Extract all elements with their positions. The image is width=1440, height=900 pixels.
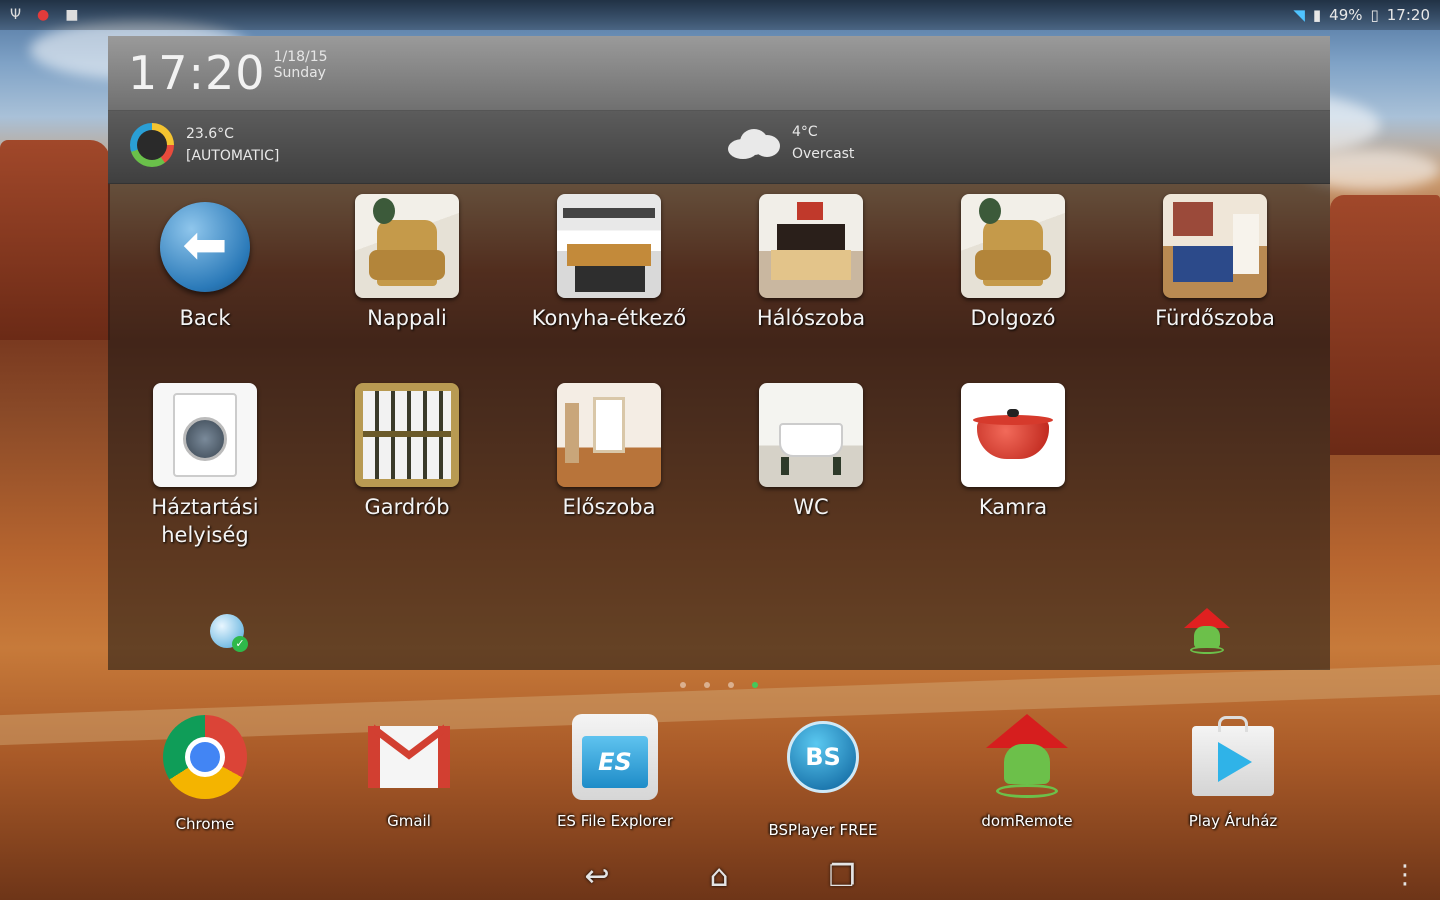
room-tile-wc[interactable]: WC — [731, 383, 891, 521]
dock-app-gmail[interactable]: Gmail — [334, 712, 484, 830]
info-bar: 23.6°C [AUTOMATIC] 4°C Overcast — [108, 111, 1330, 183]
room-tile-furdoszoba[interactable]: Fürdőszoba — [1135, 194, 1295, 332]
status-time: 17:20 — [1386, 6, 1430, 24]
pot-icon — [961, 383, 1065, 487]
dock-label: ES File Explorer — [556, 812, 674, 830]
thermostat[interactable]: 23.6°C [AUTOMATIC] — [130, 123, 279, 167]
dock-label: Play Áruház — [1188, 812, 1278, 830]
toilet-icon — [759, 383, 863, 487]
room-tile-eloszoba[interactable]: Előszoba — [529, 383, 689, 521]
page-dot[interactable] — [704, 682, 710, 688]
notification-icon: ● — [37, 7, 50, 23]
thermostat-mode: [AUTOMATIC] — [186, 148, 280, 164]
dock-app-domremote[interactable]: domRemote — [952, 712, 1102, 830]
room-label: Háztartási helyiség — [151, 495, 259, 547]
date: 1/18/15 — [273, 49, 328, 65]
gmail-icon — [364, 712, 454, 802]
dock-label: domRemote — [981, 812, 1073, 830]
clock-bar: 17:20 1/18/15 Sunday — [108, 36, 1330, 111]
room-label: Fürdőszoba — [1155, 306, 1275, 330]
signal-icon: ▮ — [1312, 6, 1322, 24]
hallway-icon — [557, 383, 661, 487]
back-button[interactable]: ⬅ Back — [125, 202, 285, 332]
day: Sunday — [273, 65, 326, 81]
dock-app-play-store[interactable]: Play Áruház — [1158, 712, 1308, 830]
dock-label: Gmail — [387, 812, 431, 830]
battery-icon: ▯ — [1370, 6, 1379, 24]
recents-icon[interactable]: ❐ — [829, 859, 856, 894]
page-indicator — [680, 682, 758, 688]
connection-status-icon[interactable]: ✓ — [210, 614, 250, 654]
room-label: Előszoba — [562, 495, 656, 519]
room-tile-haztartasi[interactable]: Háztartási helyiség — [125, 383, 285, 549]
page-dot-active[interactable] — [752, 682, 758, 688]
thermostat-icon — [130, 123, 174, 167]
room-label: Kamra — [978, 495, 1048, 519]
clock: 17:20 — [128, 46, 266, 100]
page-dot[interactable] — [680, 682, 686, 688]
dock-app-es-file-explorer[interactable]: ES ES File Explorer — [540, 712, 690, 830]
bathroom-icon — [1163, 194, 1267, 298]
room-label: Dolgozó — [970, 306, 1056, 330]
bedroom-icon — [759, 194, 863, 298]
room-label: Back — [179, 306, 231, 330]
back-icon[interactable]: ↩ — [584, 859, 609, 894]
weather[interactable]: 4°C Overcast — [728, 121, 854, 165]
domremote-home-icon[interactable] — [1182, 606, 1232, 656]
wifi-icon: ◥ — [1293, 6, 1305, 24]
armchair-icon — [961, 194, 1065, 298]
room-tile-nappali[interactable]: Nappali — [327, 194, 487, 332]
room-label: Hálószoba — [756, 306, 866, 330]
weather-temperature: 4°C — [792, 124, 818, 140]
dock-app-bsplayer[interactable]: BS BSPlayer FREE — [748, 712, 898, 839]
dock-label: BSPlayer FREE — [768, 821, 878, 839]
dock-label: Chrome — [175, 815, 235, 833]
overflow-menu-icon[interactable]: ⋮ — [1392, 860, 1418, 890]
status-bar: Ψ ● ■ ◥ ▮ 49% ▯ 17:20 — [0, 0, 1440, 30]
usb-icon: Ψ — [10, 7, 22, 23]
room-tile-konyha[interactable]: Konyha-étkező — [529, 194, 689, 332]
room-tile-kamra[interactable]: Kamra — [933, 383, 1093, 521]
room-label: Nappali — [367, 306, 447, 330]
es-file-explorer-icon: ES — [570, 712, 660, 802]
weather-condition: Overcast — [792, 146, 855, 162]
home-icon[interactable]: ⌂ — [710, 859, 729, 894]
thermostat-temperature: 23.6°C — [186, 126, 234, 142]
room-tile-haloszoba[interactable]: Hálószoba — [731, 194, 891, 332]
dock-app-chrome[interactable]: Chrome — [130, 712, 280, 833]
battery-level: 49% — [1329, 6, 1363, 24]
media-icon: ■ — [65, 7, 79, 23]
wardrobe-icon — [355, 383, 459, 487]
armchair-icon — [355, 194, 459, 298]
domremote-widget: 17:20 1/18/15 Sunday 23.6°C [AUTOMATIC] … — [108, 36, 1330, 670]
play-store-icon — [1188, 712, 1278, 802]
page-dot[interactable] — [728, 682, 734, 688]
back-arrow-icon: ⬅ — [160, 202, 250, 292]
washing-machine-icon — [153, 383, 257, 487]
room-label: Gardrób — [364, 495, 450, 519]
kitchen-icon — [557, 194, 661, 298]
navigation-bar: ↩ ⌂ ❐ — [0, 852, 1440, 900]
cloud-icon — [728, 125, 780, 161]
room-label: Konyha-étkező — [531, 306, 687, 330]
room-panel: ⬅ Back Nappali Konyha-étkező Hálószoba D… — [108, 183, 1330, 670]
room-label: WC — [793, 495, 829, 519]
bsplayer-icon: BS — [778, 721, 868, 811]
room-tile-gardrob[interactable]: Gardrób — [327, 383, 487, 521]
chrome-icon — [160, 715, 250, 805]
domremote-icon — [982, 712, 1072, 802]
room-tile-dolgozo[interactable]: Dolgozó — [933, 194, 1093, 332]
